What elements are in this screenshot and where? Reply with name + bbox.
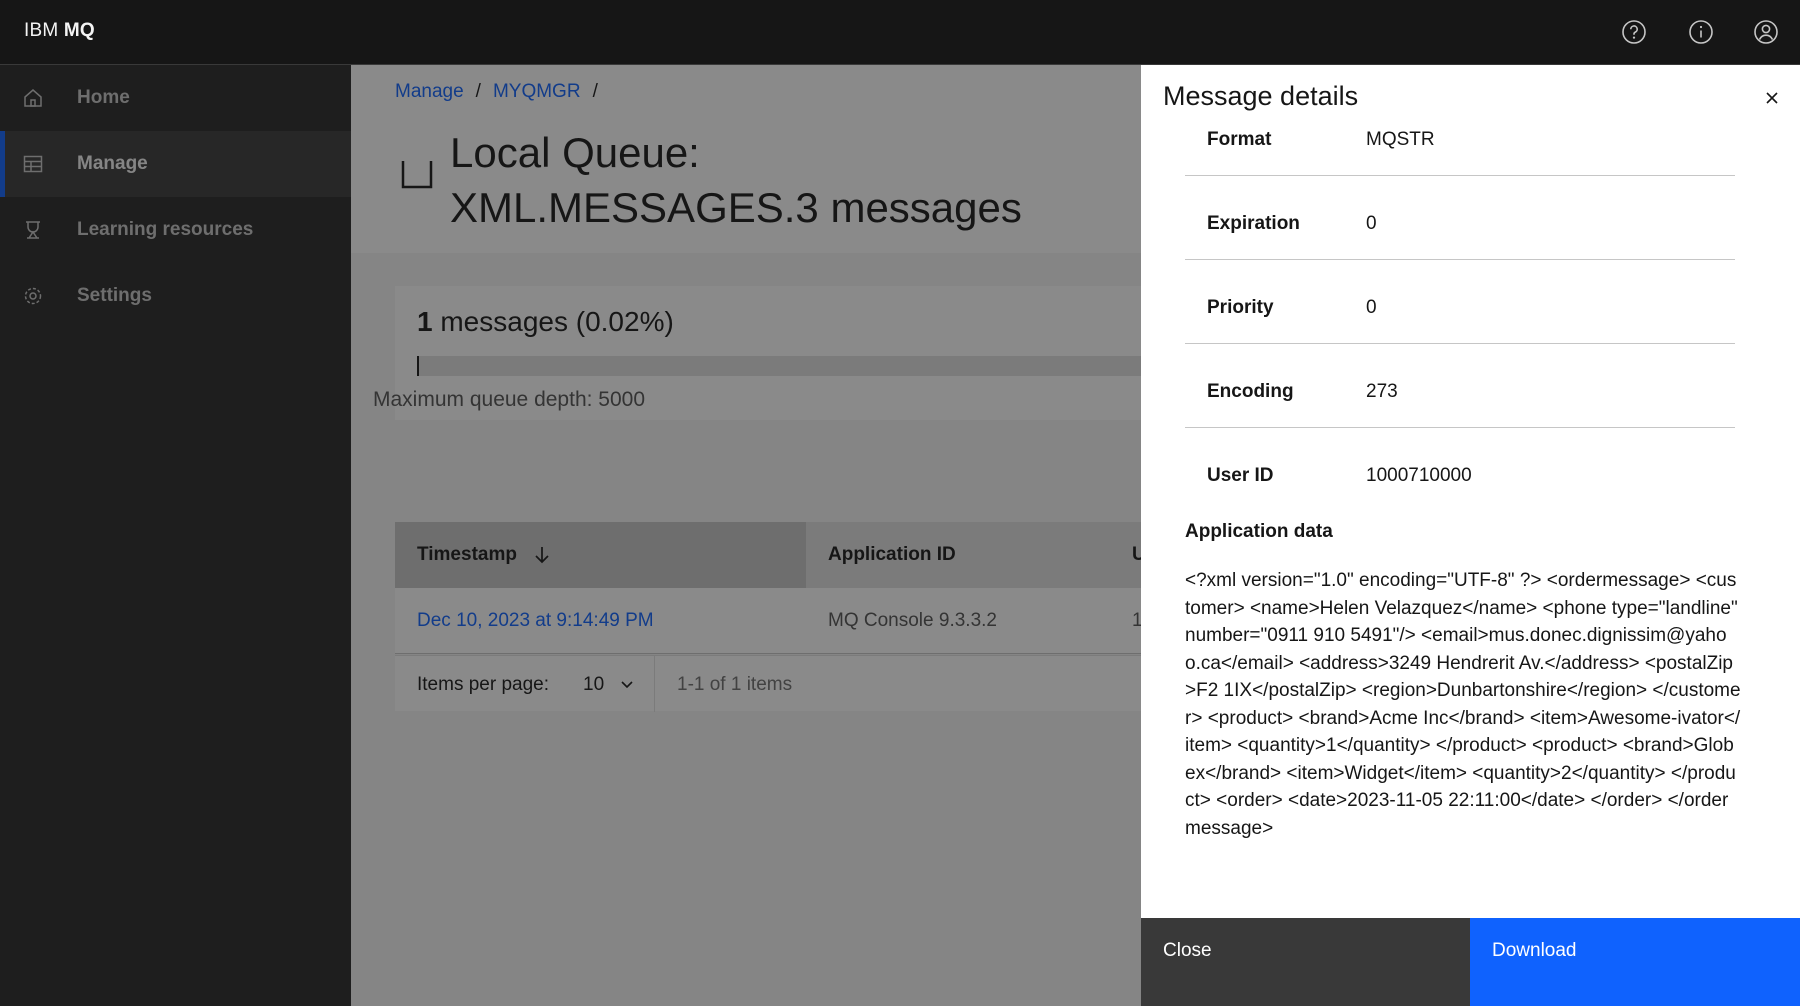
detail-row-format: Format MQSTR bbox=[1185, 122, 1735, 176]
application-data-text: <?xml version="1.0" encoding="UTF-8" ?> … bbox=[1185, 570, 1741, 839]
detail-value: MQSTR bbox=[1366, 129, 1435, 150]
detail-value: 0 bbox=[1366, 297, 1377, 318]
close-button[interactable]: Close bbox=[1141, 918, 1470, 1006]
message-details-panel: Message details Format MQSTR Expiration … bbox=[1141, 65, 1800, 1006]
panel-title: Message details bbox=[1163, 81, 1359, 111]
detail-row-priority: Priority 0 bbox=[1185, 260, 1735, 344]
detail-key: Expiration bbox=[1207, 213, 1300, 234]
detail-row-user-id: User ID 1000710000 bbox=[1185, 428, 1735, 512]
application-data-heading: Application data bbox=[1185, 521, 1333, 542]
info-icon[interactable] bbox=[1687, 18, 1715, 46]
detail-key: Encoding bbox=[1207, 381, 1294, 402]
detail-key: Priority bbox=[1207, 297, 1274, 318]
modal-overlay[interactable] bbox=[0, 65, 1141, 1006]
details-list: Format MQSTR Expiration 0 Priority 0 Enc… bbox=[1185, 122, 1735, 522]
download-button[interactable]: Download bbox=[1470, 918, 1800, 1006]
brand-name: MQ bbox=[63, 20, 95, 41]
top-header: IBM MQ bbox=[0, 0, 1800, 65]
brand-prefix: IBM bbox=[24, 20, 59, 41]
user-avatar-icon[interactable] bbox=[1752, 18, 1780, 46]
detail-value: 0 bbox=[1366, 213, 1377, 234]
detail-row-expiration: Expiration 0 bbox=[1185, 176, 1735, 260]
brand-logo[interactable]: IBM MQ bbox=[24, 20, 95, 42]
help-icon[interactable] bbox=[1620, 18, 1648, 46]
detail-key: User ID bbox=[1207, 465, 1274, 486]
detail-row-encoding: Encoding 273 bbox=[1185, 344, 1735, 428]
detail-value: 273 bbox=[1366, 381, 1398, 402]
detail-key: Format bbox=[1207, 129, 1272, 150]
close-icon[interactable] bbox=[1761, 87, 1783, 109]
detail-value: 1000710000 bbox=[1366, 465, 1472, 486]
